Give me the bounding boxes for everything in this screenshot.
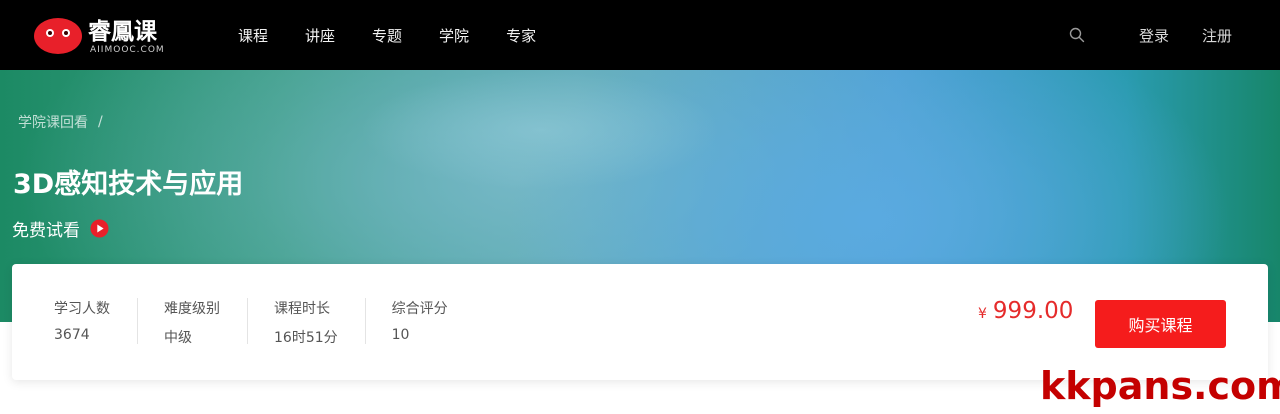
login-link[interactable]: 登录 [1139,25,1169,46]
stat-learners: 学习人数 3674 [54,298,138,347]
nav-item-topics[interactable]: 专题 [372,25,402,46]
breadcrumb-separator: / [98,114,103,130]
free-trial-button[interactable]: 免费试看 [12,216,109,241]
top-nav: 睿鳳课 AIIMOOC.COM 课程 讲座 专题 学院 专家 登录 注册 [0,0,1280,70]
nav-actions: 登录 注册 [1069,0,1232,70]
stat-label: 难度级别 [164,301,220,317]
stat-value: 16时51分 [274,330,338,346]
register-link[interactable]: 注册 [1202,25,1232,46]
search-icon[interactable] [1069,27,1085,43]
stat-label: 学习人数 [54,301,110,317]
stat-value: 10 [391,327,410,343]
breadcrumb-item-academy-replay[interactable]: 学院课回看 [18,112,88,132]
stat-duration: 课程时长 16时51分 [274,298,366,347]
svg-text:睿鳳课: 睿鳳课 [88,19,158,45]
hero-background-glow [360,70,720,190]
course-stats: 学习人数 3674 难度级别 中级 课程时长 16时51分 综合评分 10 [54,298,502,347]
nav-item-experts[interactable]: 专家 [506,25,536,46]
stat-label: 课程时长 [274,301,330,317]
free-trial-label: 免费试看 [12,221,80,241]
nav-item-lectures[interactable]: 讲座 [305,25,335,46]
price-amount: 999.00 [992,298,1074,324]
nav-item-courses[interactable]: 课程 [238,25,268,46]
stat-value: 中级 [164,330,192,346]
play-circle-icon [90,219,109,238]
course-price: ¥ 999.00 [978,298,1073,324]
buy-course-button[interactable]: 购买课程 [1095,300,1226,348]
svg-text:AIIMOOC.COM: AIIMOOC.COM [90,45,165,55]
currency-symbol: ¥ [978,306,987,322]
stat-label: 综合评分 [391,301,448,317]
stat-value: 3674 [54,327,90,343]
stat-difficulty: 难度级别 中级 [164,298,248,347]
stat-rating: 综合评分 10 [392,298,476,347]
site-logo[interactable]: 睿鳳课 AIIMOOC.COM [32,12,202,58]
watermark-text: kkpans.com [1040,364,1280,408]
breadcrumb: 学院课回看 / [18,112,103,132]
course-title: 3D感知技术与应用 [13,169,244,200]
course-info-card: 学习人数 3674 难度级别 中级 课程时长 16时51分 综合评分 10 ¥ … [12,264,1268,380]
main-nav: 课程 讲座 专题 学院 专家 [238,0,573,70]
nav-item-academy[interactable]: 学院 [439,25,469,46]
